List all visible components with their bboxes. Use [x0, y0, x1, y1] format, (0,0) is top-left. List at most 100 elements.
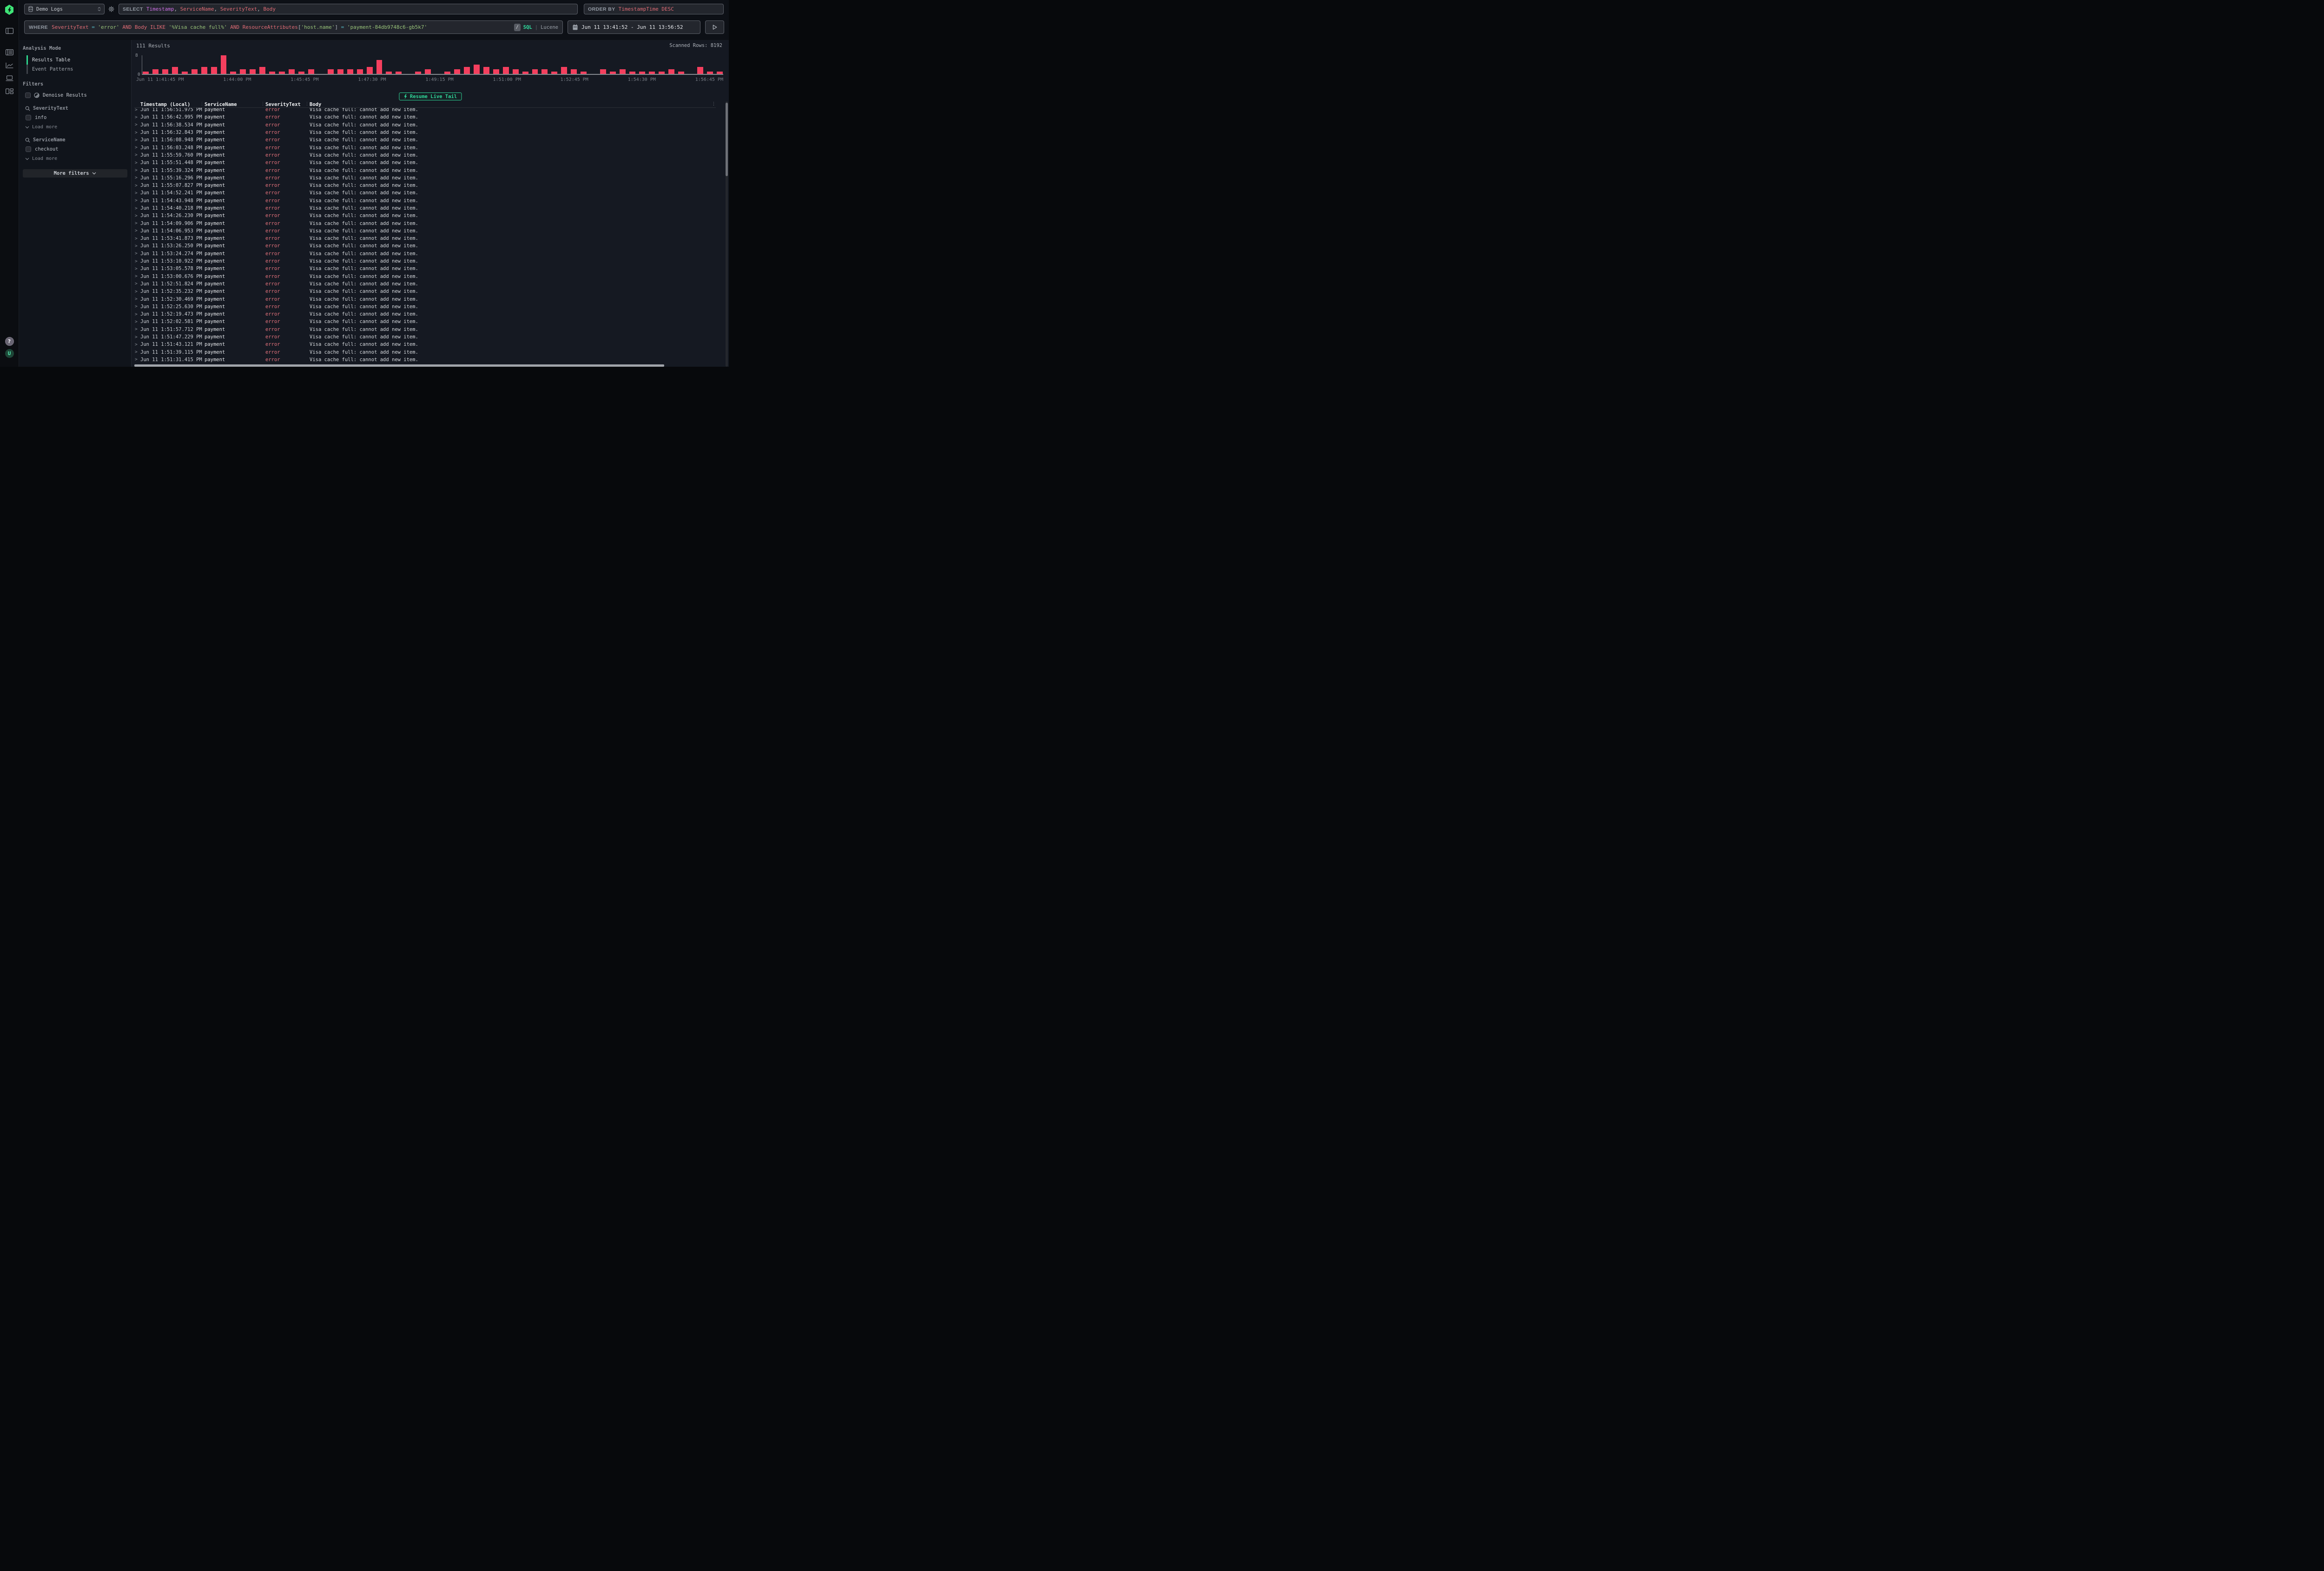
histogram-bar[interactable] [250, 69, 256, 74]
histogram-bar[interactable] [357, 69, 363, 74]
histogram-bar[interactable] [337, 69, 343, 74]
select-query-input[interactable]: SELECT Timestamp, ServiceName, SeverityT… [119, 4, 578, 14]
histogram-bar[interactable] [649, 72, 655, 74]
column-resize-handle-icon[interactable]: ⋮ [200, 102, 205, 106]
histogram-bar[interactable] [143, 72, 149, 74]
table-row[interactable]: >Jun 11 1:52:35.232 PMpaymenterrorVisa c… [134, 288, 716, 295]
histogram-bar[interactable] [717, 72, 723, 74]
vertical-scrollbar[interactable] [726, 101, 728, 367]
histogram-bar[interactable] [240, 69, 246, 74]
dashboards-icon[interactable] [5, 87, 14, 95]
histogram-bar[interactable] [182, 72, 188, 74]
horizontal-scrollbar-thumb[interactable] [134, 364, 664, 367]
table-row[interactable]: >Jun 11 1:52:02.581 PMpaymenterrorVisa c… [134, 318, 716, 325]
table-row[interactable]: >Jun 11 1:54:40.218 PMpaymenterrorVisa c… [134, 205, 716, 212]
histogram-bar[interactable] [678, 72, 684, 74]
histogram-bar[interactable] [668, 69, 674, 74]
chart-explorer-icon[interactable] [5, 61, 14, 69]
col-header-servicename[interactable]: ServiceName [205, 102, 261, 107]
histogram-bar[interactable] [464, 67, 470, 74]
histogram-bar[interactable] [620, 69, 626, 74]
table-row[interactable]: >Jun 11 1:51:39.115 PMpaymenterrorVisa c… [134, 349, 716, 356]
table-row[interactable]: >Jun 11 1:51:57.712 PMpaymenterrorVisa c… [134, 326, 716, 333]
histogram-bar[interactable] [551, 72, 557, 74]
resume-live-tail-button[interactable]: Resume Live Tail [399, 92, 462, 100]
denoise-checkbox[interactable] [25, 92, 31, 98]
histogram-bar[interactable] [269, 72, 275, 74]
table-row[interactable]: >Jun 11 1:56:42.995 PMpaymenterrorVisa c… [134, 113, 716, 121]
table-row[interactable]: >Jun 11 1:53:10.922 PMpaymenterrorVisa c… [134, 257, 716, 265]
histogram-bar[interactable] [541, 69, 548, 74]
table-row[interactable]: >Jun 11 1:53:00.676 PMpaymenterrorVisa c… [134, 273, 716, 280]
histogram-bar[interactable] [639, 72, 645, 74]
histogram-bar[interactable] [230, 72, 236, 74]
histogram-bar[interactable] [629, 72, 635, 74]
histogram-bar[interactable] [162, 69, 168, 74]
facet-name[interactable]: ServiceName [33, 137, 66, 143]
table-row[interactable]: >Jun 11 1:51:47.229 PMpaymenterrorVisa c… [134, 333, 716, 341]
histogram-bar[interactable] [474, 65, 480, 74]
order-by-input[interactable]: ORDER BY TimestampTime DESC [584, 4, 724, 14]
table-row[interactable]: >Jun 11 1:56:38.534 PMpaymenterrorVisa c… [134, 121, 716, 129]
histogram-bar[interactable] [347, 69, 353, 74]
load-more-button[interactable]: Load more [25, 156, 127, 161]
histogram-bar[interactable] [152, 69, 158, 74]
histogram-bar[interactable] [600, 69, 606, 74]
table-row[interactable]: >Jun 11 1:53:05.578 PMpaymenterrorVisa c… [134, 265, 716, 272]
histogram-bar[interactable] [454, 69, 460, 74]
histogram-bar[interactable] [581, 72, 587, 74]
source-select[interactable]: Demo Logs [24, 4, 105, 14]
table-row[interactable]: >Jun 11 1:56:08.948 PMpaymenterrorVisa c… [134, 136, 716, 144]
time-range-picker[interactable]: Jun 11 13:41:52 - Jun 11 13:56:52 [568, 20, 700, 34]
table-row[interactable]: >Jun 11 1:53:26.250 PMpaymenterrorVisa c… [134, 242, 716, 250]
table-row[interactable]: >Jun 11 1:55:39.324 PMpaymenterrorVisa c… [134, 166, 716, 174]
table-row[interactable]: >Jun 11 1:56:51.975 PMpaymenterrorVisa c… [134, 108, 716, 113]
histogram-bar[interactable] [697, 67, 703, 74]
vertical-scrollbar-thumb[interactable] [726, 103, 728, 176]
table-options-icon[interactable]: ⋮ [710, 102, 716, 106]
column-resize-handle-icon[interactable]: ⋮ [261, 102, 265, 106]
histogram-bar[interactable] [172, 67, 178, 74]
table-row[interactable]: >Jun 11 1:52:19.473 PMpaymenterrorVisa c… [134, 310, 716, 318]
help-button[interactable]: ? [5, 337, 14, 346]
denoise-results-toggle[interactable]: Denoise Results [25, 92, 127, 98]
histogram-bar[interactable] [503, 67, 509, 74]
histogram-bar[interactable] [415, 72, 421, 74]
histogram-bar[interactable] [289, 69, 295, 74]
table-row[interactable]: >Jun 11 1:53:24.274 PMpaymenterrorVisa c… [134, 250, 716, 257]
hyperdx-logo-icon[interactable] [5, 5, 13, 15]
col-header-timestamp[interactable]: Timestamp (Local) [140, 102, 200, 107]
histogram-bar[interactable] [396, 72, 402, 74]
facet-option[interactable]: checkout [26, 146, 127, 152]
histogram-bar[interactable] [425, 69, 431, 74]
histogram-bar[interactable] [298, 72, 304, 74]
histogram-bar[interactable] [211, 67, 217, 74]
table-row[interactable]: >Jun 11 1:51:31.415 PMpaymenterrorVisa c… [134, 356, 716, 363]
sessions-laptop-icon[interactable] [5, 74, 14, 82]
histogram-bar[interactable] [707, 72, 713, 74]
table-row[interactable]: >Jun 11 1:55:16.296 PMpaymenterrorVisa c… [134, 174, 716, 182]
column-resize-handle-icon[interactable]: ⋮ [305, 102, 310, 106]
facet-option[interactable]: info [26, 115, 127, 120]
table-row[interactable]: >Jun 11 1:54:09.906 PMpaymenterrorVisa c… [134, 219, 716, 227]
histogram-bar[interactable] [513, 69, 519, 74]
histogram-bar[interactable] [483, 67, 489, 74]
log-search-icon[interactable] [5, 48, 14, 56]
table-row[interactable]: >Jun 11 1:54:43.948 PMpaymenterrorVisa c… [134, 197, 716, 205]
more-filters-button[interactable]: More filters [23, 169, 127, 178]
facet-checkbox[interactable] [26, 146, 31, 152]
table-row[interactable]: >Jun 11 1:53:41.873 PMpaymenterrorVisa c… [134, 235, 716, 242]
table-row[interactable]: >Jun 11 1:51:43.121 PMpaymenterrorVisa c… [134, 341, 716, 348]
histogram-bar[interactable] [561, 67, 567, 74]
panel-left-icon[interactable] [5, 27, 14, 34]
language-lucene[interactable]: Lucene [541, 25, 558, 30]
table-row[interactable]: >Jun 11 1:52:25.630 PMpaymenterrorVisa c… [134, 303, 716, 310]
table-row[interactable]: >Jun 11 1:54:52.241 PMpaymenterrorVisa c… [134, 189, 716, 197]
histogram-bar[interactable] [328, 69, 334, 74]
where-query-input[interactable]: WHERE SeverityText = 'error' AND Body IL… [24, 20, 563, 34]
histogram-bar[interactable] [308, 69, 314, 74]
histogram-bar[interactable] [259, 67, 265, 74]
table-row[interactable]: >Jun 11 1:55:59.760 PMpaymenterrorVisa c… [134, 152, 716, 159]
table-row[interactable]: >Jun 11 1:54:06.953 PMpaymenterrorVisa c… [134, 227, 716, 235]
table-row[interactable]: >Jun 11 1:56:03.248 PMpaymenterrorVisa c… [134, 144, 716, 151]
